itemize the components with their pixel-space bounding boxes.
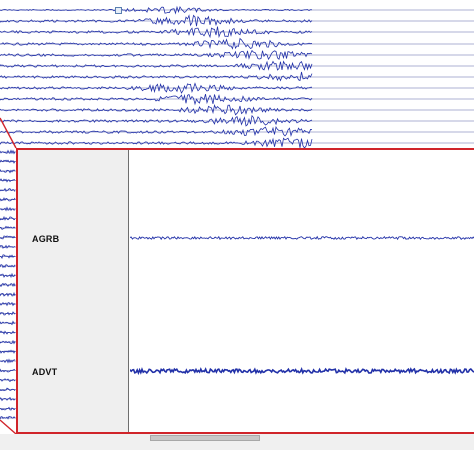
overview-waveform — [0, 254, 16, 259]
overview-waveform — [0, 71, 313, 82]
zoom-connector-line — [0, 419, 17, 435]
time-slider-handle[interactable] — [115, 7, 122, 14]
scrollbar-thumb[interactable] — [150, 435, 260, 441]
station-label-agrb: AGRB — [32, 234, 60, 244]
overview-waveform — [0, 178, 16, 183]
overview-waveform — [0, 330, 16, 335]
zoomed-waveform — [130, 367, 474, 376]
overview-waveform — [0, 149, 16, 155]
overview-waveform — [0, 125, 313, 138]
overview-waveform — [0, 264, 16, 269]
overview-waveform — [0, 358, 16, 364]
zoomed-waveforms — [130, 235, 474, 376]
overview-waveform — [0, 244, 16, 249]
overview-waveform — [0, 349, 16, 354]
station-label-column: AGRB ADVT — [18, 150, 129, 432]
overview-waveform — [0, 37, 313, 50]
overview-waveform — [0, 415, 16, 420]
zoomed-trace-panel: AGRB ADVT — [16, 148, 474, 434]
zoomed-waveform — [130, 235, 474, 241]
station-label-advt: ADVT — [32, 367, 58, 377]
